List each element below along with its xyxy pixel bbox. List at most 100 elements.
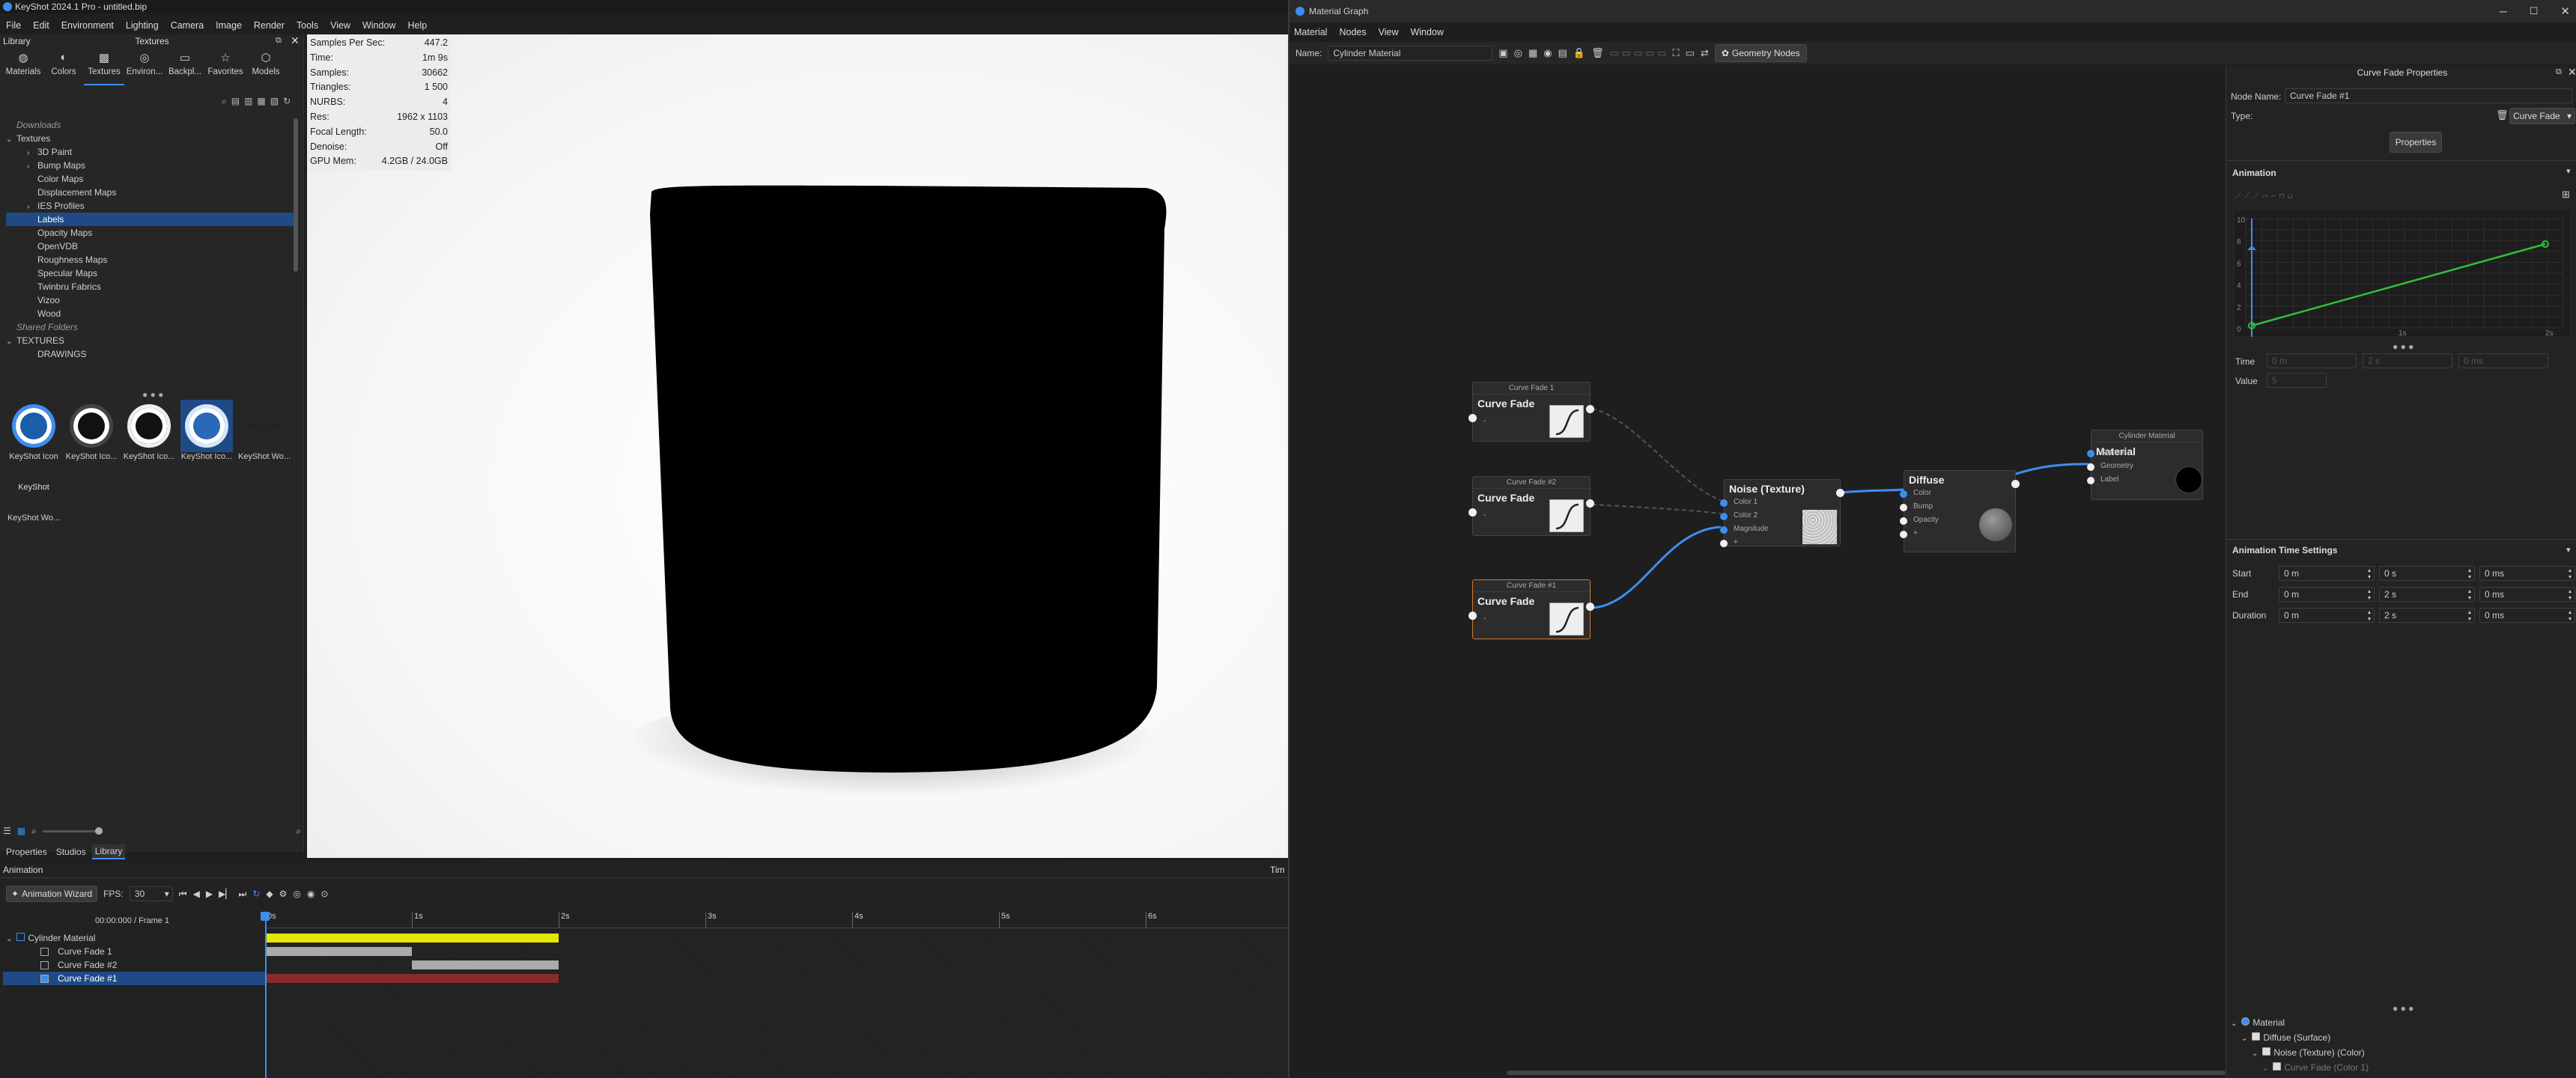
time-setting-input[interactable]: 0 s ▴ ▾ [2379,566,2475,581]
grid-view-icon[interactable]: ▦ [17,826,25,836]
tree-item[interactable]: Twinbru Fabrics [6,280,297,293]
tree-item[interactable]: Color Maps [6,172,297,186]
menu-window[interactable]: Window [362,20,395,31]
tab-favorites[interactable]: ☆ Favorites [205,51,246,85]
thumbnail-item[interactable]: KeyShot KeyShot Wo... [237,400,292,461]
tree-item[interactable]: Specular Maps [6,267,297,280]
timeline-ruler[interactable]: 0s 1s 2s 3s 4s 5s 6s [265,912,1288,928]
import-icon[interactable]: ▥ [244,96,252,107]
maximize-icon[interactable]: ☐ [2530,5,2539,17]
frame-icon[interactable]: ▭ [1686,47,1695,59]
refresh-icon[interactable]: ↻ [283,96,291,107]
skip-start-icon[interactable]: ⏮ [179,889,187,900]
tree-item[interactable]: Opacity Maps [6,226,297,240]
render-anim-icon[interactable]: ◉ [307,889,315,899]
menu-view[interactable]: View [330,20,350,31]
search-icon[interactable]: ⌕ [222,96,227,107]
node-canvas[interactable]: Curve Fade 1 Curve Fade - Curve Fade #2 … [1289,66,2224,1069]
curve-fade-node-2[interactable]: Curve Fade #2 Curve Fade - [1468,476,1594,536]
time-field[interactable]: 0 ms [2458,353,2548,368]
menu-lighting[interactable]: Lighting [126,20,159,31]
menu-nodes[interactable]: Nodes [1339,27,1366,37]
delete-icon[interactable]: 🗑 [1591,47,1604,59]
splitter-handle[interactable]: ● ● ● [142,389,163,400]
time-setting-input[interactable]: 0 ms ▴ ▾ [2479,566,2575,581]
graph-hscrollbar[interactable] [1507,1071,2226,1075]
tab-models[interactable]: ⬡ Models [246,51,286,85]
tab-studios[interactable]: Studios [53,845,89,859]
thumbnail-size-slider[interactable] [42,826,103,835]
loop-icon[interactable]: ↻ [252,889,260,899]
input-port[interactable] [1900,531,1907,538]
playhead[interactable] [265,912,267,1078]
tree-item[interactable]: Vizoo [6,293,297,307]
curve-fade-node-3[interactable]: Curve Fade #1 Curve Fade - [1468,579,1594,639]
input-port[interactable] [1468,414,1477,422]
step-back-icon[interactable]: ◀ [193,889,200,899]
menu-help[interactable]: Help [407,20,427,31]
menu-window[interactable]: Window [1410,27,1443,37]
animation-wizard-button[interactable]: ✦ Animation Wizard [6,886,98,902]
menu-tools[interactable]: Tools [297,20,318,31]
lock-icon[interactable]: 🔒 [1573,47,1585,59]
camera-anim-icon[interactable]: ⊙ [321,889,328,899]
time-setting-input[interactable]: 0 ms ▴ ▾ [2479,587,2575,602]
checkbox[interactable] [40,975,49,984]
list-view-icon[interactable]: ☰ [3,826,11,836]
menu-environment[interactable]: Environment [61,20,114,31]
tree-item[interactable]: ⌄ Curve Fade (Color 1) [2231,1060,2575,1075]
menu-image[interactable]: Image [216,20,242,31]
close-icon[interactable]: ✕ [2560,4,2570,18]
menu-material[interactable]: Material [1294,27,1327,37]
spinner-icon[interactable]: ▴ ▾ [2569,567,2572,580]
menu-edit[interactable]: Edit [33,20,49,31]
tree-item[interactable]: DRAWINGS [6,347,297,361]
play-icon[interactable]: ▶ [206,889,213,899]
thumbnail-item[interactable]: KeyShot Ico... [64,400,119,461]
close-icon[interactable]: ✕ [291,34,300,47]
layout-icon[interactable]: ▤ [1558,47,1567,59]
tree-item[interactable]: OpenVDB [6,240,297,253]
material-name-input[interactable]: Cylinder Material [1328,46,1493,61]
input-port[interactable] [1900,504,1907,511]
fps-select[interactable]: 30 ▾ [129,886,173,901]
node-name-input[interactable]: Curve Fade #1 [2285,88,2572,103]
input-port[interactable] [2087,477,2094,484]
spinner-icon[interactable]: ▴ ▾ [2368,609,2371,622]
checkbox[interactable] [40,961,49,970]
material-output-node[interactable]: Cylinder Material Material Surface Geomet… [2087,430,2203,500]
keyframe-bar[interactable] [412,960,559,969]
splitter-handle[interactable]: ● ● ● [2393,1003,2414,1014]
time-setting-input[interactable]: 2 s ▴ ▾ [2379,608,2475,623]
expand-graph-icon[interactable]: ⊞ [2562,189,2570,201]
tab-colors[interactable]: ◐ Colors [43,51,84,85]
folder-icon[interactable]: ▦ [257,96,265,107]
skip-end-icon[interactable]: ⏭ [239,889,247,900]
undock-icon[interactable]: ⧉ [2556,67,2562,77]
input-port[interactable] [2087,450,2094,457]
chevron-down-icon[interactable]: ▾ [2566,545,2571,555]
sphere-icon[interactable]: ◎ [1514,47,1522,59]
tree-item[interactable]: Wood [6,307,297,320]
keyframe-icon[interactable]: ◆ [266,889,273,899]
tree-item[interactable]: Displacement Maps [6,186,297,199]
tree-item[interactable]: Labels [6,213,297,226]
time-field[interactable]: 0 m [2267,353,2357,368]
output-port[interactable] [1586,405,1594,413]
time-setting-input[interactable]: 0 m ▴ ▾ [2279,587,2375,602]
tab-materials[interactable]: ◍ Materials [3,51,43,85]
spinner-icon[interactable]: ▴ ▾ [2468,609,2471,622]
input-port[interactable] [1720,499,1728,507]
tree-item[interactable]: › IES Profiles [6,199,297,213]
close-icon[interactable]: ✕ [2568,66,2576,79]
spinner-icon[interactable]: ▴ ▾ [2569,609,2572,622]
input-port[interactable] [1900,490,1907,498]
splitter-handle[interactable]: ● ● ● [2393,341,2414,352]
noise-texture-node[interactable]: Noise (Texture) Color 1 Color 2 Magnitude + [1720,479,1844,547]
input-port[interactable] [1468,612,1477,620]
input-port[interactable] [1720,540,1728,547]
curve-editor[interactable]: 10 8 6 4 2 0 1s 2s [2234,210,2571,337]
time-setting-input[interactable]: 0 ms ▴ ▾ [2479,608,2575,623]
properties-button[interactable]: Properties [2390,132,2442,153]
menu-render[interactable]: Render [254,20,285,31]
